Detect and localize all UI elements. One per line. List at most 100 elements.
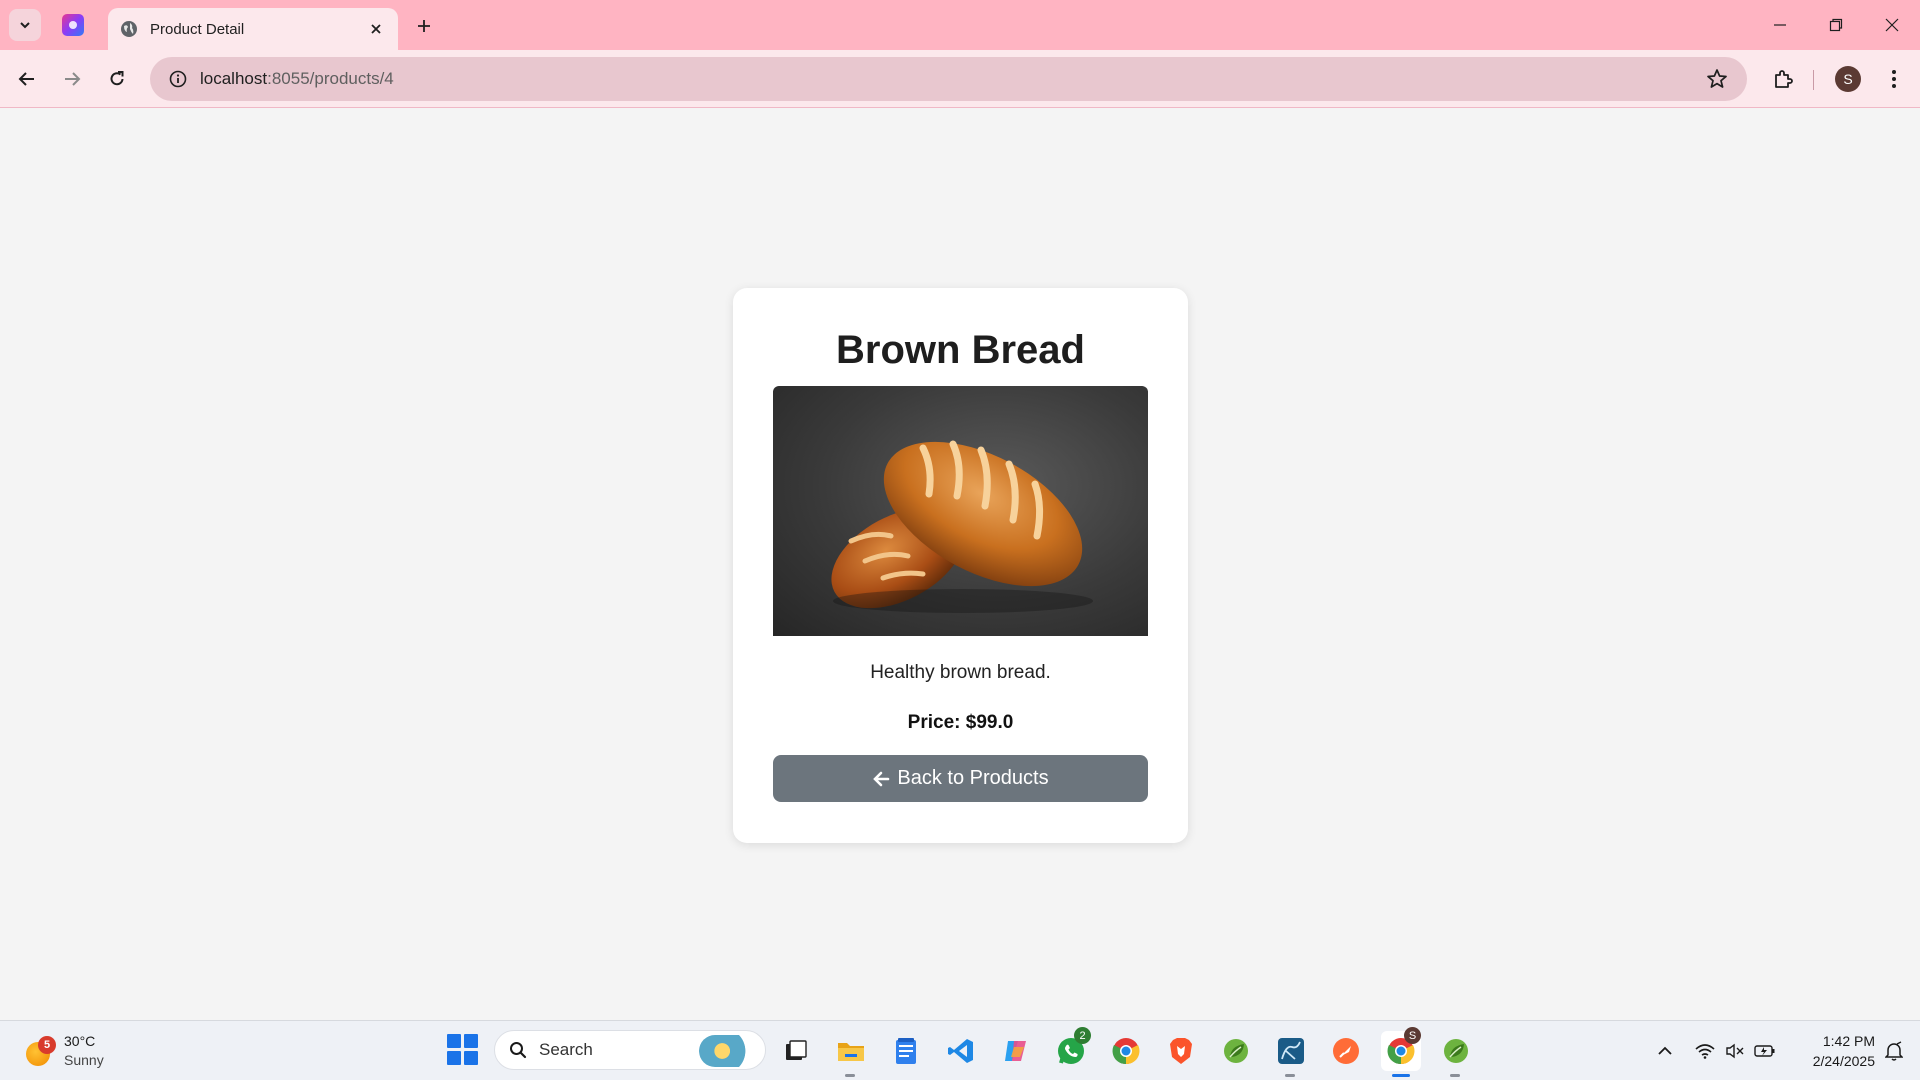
restore-button[interactable] — [1808, 0, 1864, 50]
running-indicator — [1285, 1074, 1295, 1077]
volume-status[interactable] — [1720, 1036, 1750, 1066]
pinned-tab-app-icon[interactable] — [62, 14, 84, 36]
taskbar-search[interactable]: Search — [494, 1030, 766, 1070]
weather-text: 30°C Sunny — [64, 1032, 104, 1070]
back-nav-button[interactable] — [10, 62, 44, 96]
system-tray — [1650, 1031, 1780, 1071]
chrome-profile-badge: S — [1404, 1027, 1421, 1044]
system-clock[interactable]: 1:42 PM 2/24/2025 — [1785, 1031, 1875, 1071]
spring-leaf-icon — [1224, 1039, 1248, 1063]
spring-leaf-icon — [1444, 1039, 1468, 1063]
copilot-icon — [1005, 1041, 1026, 1061]
taskbar-notepad[interactable] — [886, 1031, 926, 1071]
browser-menu-button[interactable] — [1880, 64, 1908, 94]
notifications-button[interactable] — [1880, 1037, 1908, 1065]
window-controls — [1752, 0, 1920, 50]
product-title: Brown Bread — [836, 328, 1085, 372]
start-button[interactable] — [446, 1033, 478, 1065]
windows-taskbar: 5 30°C Sunny Search 2 S 1:42 PM 2/24/202… — [0, 1020, 1920, 1080]
minimize-icon — [1774, 24, 1786, 26]
whatsapp-badge: 2 — [1074, 1027, 1091, 1044]
wifi-status[interactable] — [1690, 1036, 1720, 1066]
back-button-label: Back to Products — [897, 767, 1049, 789]
chevron-down-icon — [20, 22, 30, 29]
product-price: Price: $99.0 — [907, 712, 1014, 733]
toolbar-separator — [1813, 70, 1814, 90]
arrow-right-icon — [65, 72, 81, 86]
close-icon — [371, 24, 381, 34]
product-card: Brown Bread Healthy brown bread. Price: … — [733, 288, 1188, 843]
weather-widget[interactable]: 5 30°C Sunny — [24, 1029, 144, 1073]
task-view-icon — [786, 1040, 807, 1060]
taskbar-apps: 2 S — [776, 1027, 1491, 1077]
chevron-up-icon — [1658, 1046, 1672, 1055]
new-tab-button[interactable] — [410, 12, 438, 40]
tab-strip: Product Detail — [0, 0, 1920, 50]
profile-avatar[interactable]: S — [1835, 66, 1861, 92]
running-indicator — [1450, 1074, 1460, 1077]
plus-icon — [418, 20, 430, 32]
battery-charging-icon — [1754, 1045, 1775, 1057]
extensions-button[interactable] — [1766, 62, 1800, 96]
taskbar-mysql-workbench[interactable] — [1271, 1031, 1311, 1077]
tab-close-button[interactable] — [366, 19, 386, 39]
page-viewport: Brown Bread Healthy brown bread. Price: … — [0, 109, 1920, 1020]
search-icon — [510, 1042, 527, 1059]
weather-condition: Sunny — [64, 1052, 104, 1068]
notepad-icon — [896, 1038, 916, 1064]
taskbar-whatsapp[interactable]: 2 — [1051, 1027, 1091, 1071]
brave-icon — [1170, 1038, 1192, 1064]
search-highlight-image — [699, 1035, 757, 1067]
url-path: :8055/products/4 — [267, 69, 394, 88]
running-indicator — [1392, 1074, 1410, 1077]
battery-status[interactable] — [1750, 1036, 1780, 1066]
taskbar-chrome[interactable] — [1106, 1031, 1146, 1071]
bread-image — [831, 440, 1093, 613]
browser-toolbar: localhost:8055/products/4 S — [0, 50, 1920, 108]
search-label: Search — [539, 1040, 593, 1059]
taskbar-spring-tool-2[interactable] — [1436, 1031, 1476, 1077]
taskbar-brave[interactable] — [1161, 1031, 1201, 1071]
vscode-icon — [948, 1039, 973, 1063]
weather-temp: 30°C — [64, 1033, 96, 1049]
show-hidden-icons-button[interactable] — [1650, 1036, 1680, 1066]
arrow-left-icon — [873, 771, 890, 786]
minimize-button[interactable] — [1752, 0, 1808, 50]
tab-search-button[interactable] — [9, 9, 41, 41]
folder-icon — [838, 1043, 864, 1061]
postman-icon — [1333, 1038, 1359, 1064]
taskbar-copilot[interactable] — [996, 1031, 1036, 1071]
clock-date: 2/24/2025 — [1812, 1053, 1875, 1069]
volume-mute-icon — [1726, 1043, 1744, 1059]
mysql-icon — [1278, 1038, 1304, 1064]
globe-icon — [121, 21, 137, 37]
tab-product-detail[interactable]: Product Detail — [108, 8, 398, 50]
weather-badge: 5 — [38, 1036, 56, 1054]
site-info-button[interactable] — [156, 57, 200, 101]
address-bar[interactable]: localhost:8055/products/4 — [150, 57, 1747, 101]
restore-icon — [1829, 18, 1843, 32]
product-description: Healthy brown bread. — [870, 662, 1051, 683]
taskbar-postman[interactable] — [1326, 1031, 1366, 1071]
taskbar-file-explorer[interactable] — [831, 1031, 871, 1077]
taskbar-vscode[interactable] — [941, 1031, 981, 1071]
close-window-button[interactable] — [1864, 0, 1920, 50]
reload-icon — [110, 71, 124, 86]
product-image — [773, 386, 1148, 636]
url-text: localhost:8055/products/4 — [200, 69, 394, 89]
more-vert-icon — [1892, 70, 1896, 88]
sun-icon: 5 — [24, 1036, 56, 1066]
taskbar-task-view[interactable] — [776, 1031, 816, 1071]
reload-button[interactable] — [100, 62, 134, 96]
taskbar-spring-tool[interactable] — [1216, 1031, 1256, 1071]
arrow-left-icon — [18, 72, 34, 86]
chrome-icon — [1112, 1038, 1140, 1065]
forward-nav-button[interactable] — [55, 62, 89, 96]
wifi-icon — [1695, 1044, 1715, 1059]
back-to-products-button[interactable]: Back to Products — [773, 755, 1148, 802]
bell-icon — [1885, 1041, 1903, 1061]
url-host: localhost — [200, 69, 268, 88]
close-icon — [1885, 18, 1899, 32]
taskbar-chrome-profile[interactable]: S — [1381, 1027, 1421, 1077]
bookmark-star-icon[interactable] — [1705, 67, 1729, 91]
